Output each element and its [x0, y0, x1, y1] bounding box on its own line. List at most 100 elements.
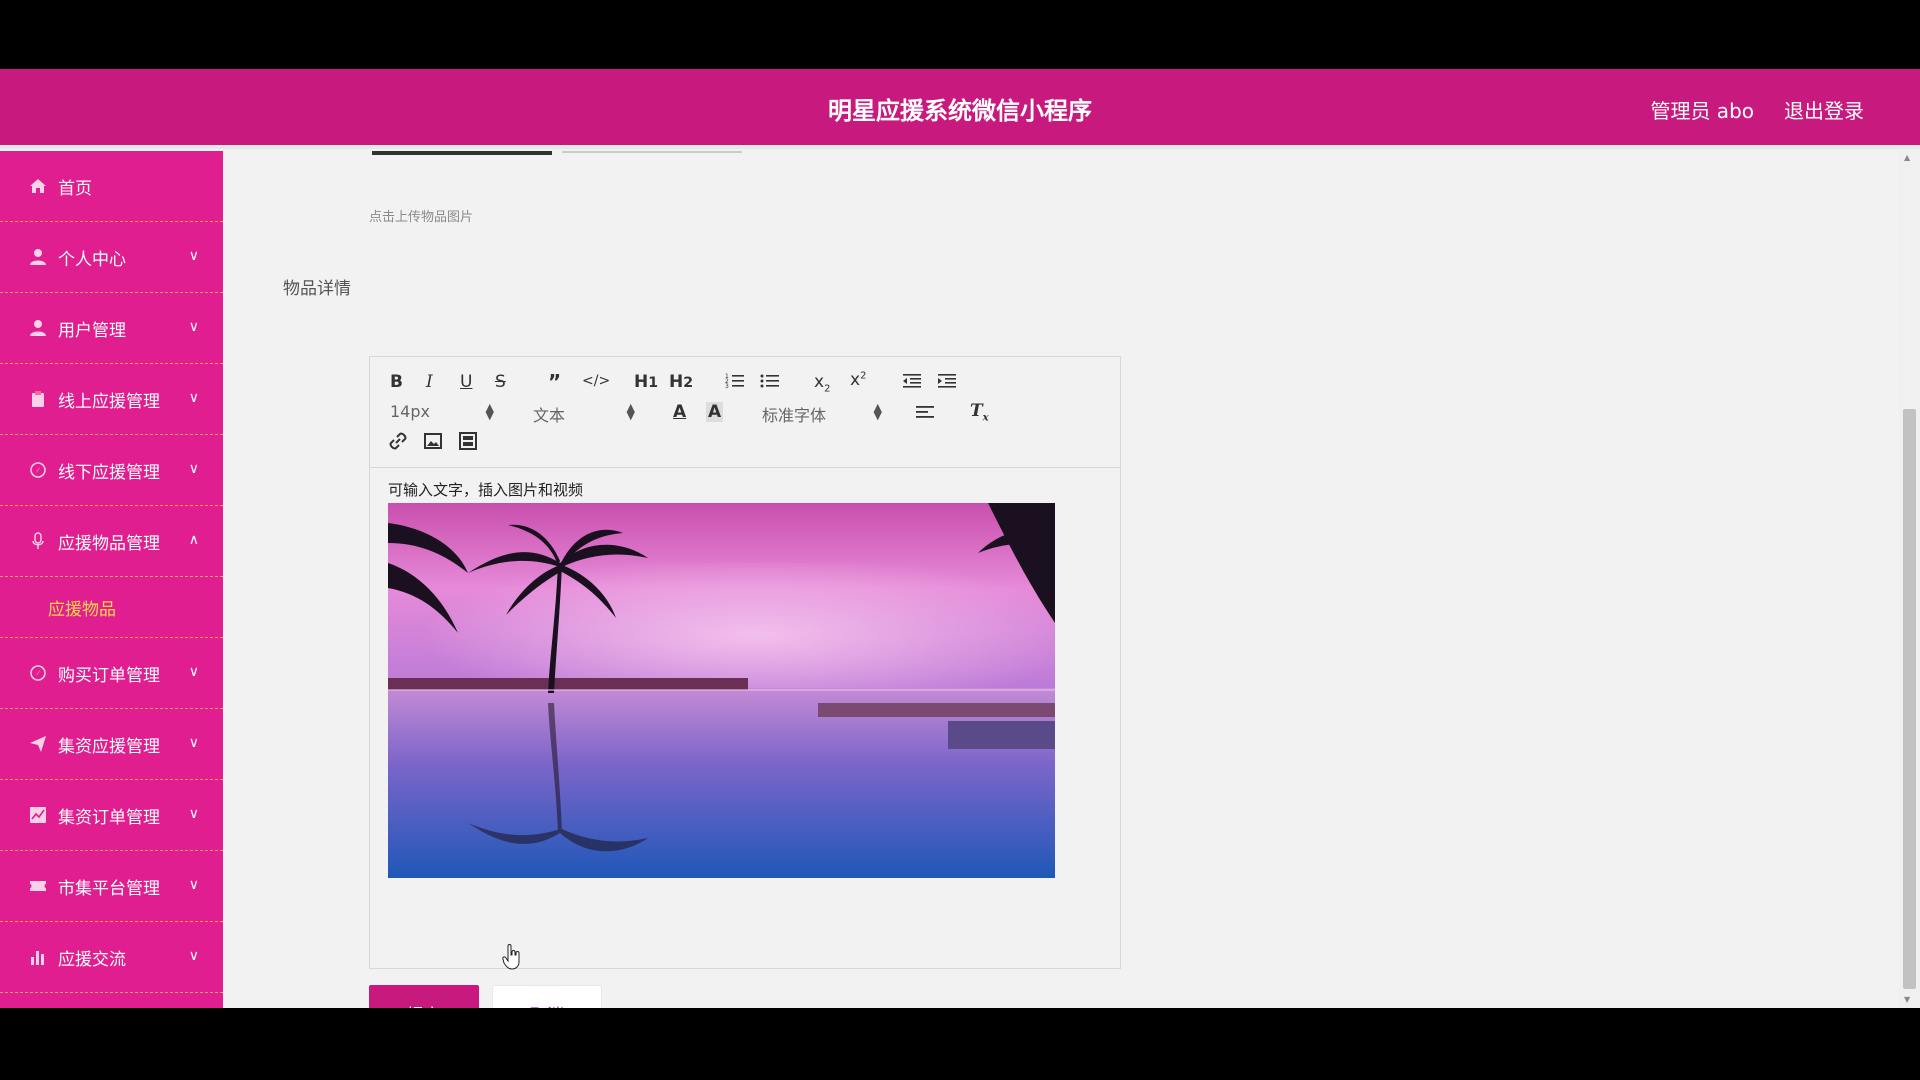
home-icon	[28, 176, 48, 196]
page-scrollbar[interactable]: ▲ ▼	[1899, 149, 1920, 1008]
sidebar-item-label: 用户管理	[58, 320, 126, 341]
admin-user-label[interactable]: 管理员 abo	[1650, 95, 1754, 124]
sidebar-item-offline-support[interactable]: 线下应援管理 ∨	[0, 435, 223, 506]
chevron-up-icon: ∧	[188, 532, 199, 548]
strikethrough-icon[interactable]: S	[495, 372, 506, 392]
chevron-down-icon: ∨	[188, 319, 199, 335]
app-title: 明星应援系统微信小程序	[828, 97, 1092, 125]
sidebar-item-label: 集资订单管理	[58, 807, 160, 828]
user-icon	[28, 247, 48, 267]
video-icon[interactable]	[458, 431, 478, 456]
sidebar-item-online-support[interactable]: 线上应援管理 ∨	[0, 364, 223, 435]
chevron-down-icon: ∨	[188, 806, 199, 822]
editor-toolbar: B I U S ” </> H1 H2 123 x2 x2 14px ▲ ▼ 文…	[370, 357, 1120, 468]
sidebar-item-purchase-orders[interactable]: 购买订单管理 ∨	[0, 638, 223, 709]
scrollbar-thumb[interactable]	[1903, 409, 1916, 989]
sidebar-item-label: 市集平台管理	[58, 878, 160, 899]
detail-field-label: 物品详情	[283, 279, 351, 299]
chevron-down-icon: ∨	[188, 461, 199, 477]
ordered-list-icon[interactable]: 123	[725, 372, 745, 395]
sidebar-item-personal-center[interactable]: 个人中心 ∨	[0, 222, 223, 293]
sidebar-item-label: 个人中心	[58, 249, 126, 270]
hand-cursor-icon	[502, 944, 520, 970]
font-family-select[interactable]: 标准字体 ▲ ▼	[762, 402, 882, 426]
submit-button[interactable]: 提交	[369, 985, 479, 1008]
sidebar-subitem-support-goods[interactable]: 应援物品	[0, 577, 223, 638]
upload-hint[interactable]: 点击上传物品图片	[369, 206, 473, 225]
app-window: 明星应援系统微信小程序 管理员 abo 退出登录 首页 个人中心 ∨ 用户管理 …	[0, 69, 1920, 1008]
italic-icon[interactable]: I	[426, 372, 433, 392]
font-family-value: 标准字体	[762, 406, 827, 425]
sidebar-item-label: 线上应援管理	[58, 391, 160, 412]
sidebar-item-label: 线下应援管理	[58, 462, 160, 483]
sidebar-item-support-exchange[interactable]: 应援交流 ∨	[0, 922, 223, 993]
superscript-icon[interactable]: x2	[850, 370, 866, 390]
background-color-icon[interactable]: A	[706, 402, 724, 422]
sidebar-item-user-management[interactable]: 用户管理 ∨	[0, 293, 223, 364]
clipboard-icon	[28, 389, 48, 409]
chevron-down-icon: ∨	[188, 735, 199, 751]
blockquote-icon[interactable]: ”	[548, 370, 561, 394]
editor-content-area[interactable]: 可输入文字，插入图片和视频	[388, 479, 1108, 878]
font-color-icon[interactable]: A	[673, 402, 686, 422]
sidebar-menu: 首页 个人中心 ∨ 用户管理 ∨ 线上应援管理 ∨ 线下应援管理 ∨ 应援物品管…	[0, 151, 223, 1008]
sidebar-item-label: 应援交流	[58, 949, 126, 970]
sidebar-item-label: 应援物品管理	[58, 533, 160, 554]
chart-icon	[28, 805, 48, 825]
heading2-icon[interactable]: H2	[669, 372, 693, 392]
logout-link[interactable]: 退出登录	[1784, 95, 1864, 124]
ticket-icon	[28, 876, 48, 896]
scroll-up-icon[interactable]: ▲	[1904, 153, 1910, 162]
bold-icon[interactable]: B	[390, 372, 403, 392]
cancel-button[interactable]: 取消	[492, 985, 602, 1008]
clear-format-icon[interactable]: Tx	[970, 401, 989, 423]
sidebar-item-fundraising-orders[interactable]: 集资订单管理 ∨	[0, 780, 223, 851]
editor-content-text: 可输入文字，插入图片和视频	[388, 481, 584, 499]
main-content: 点击上传物品图片 物品详情 B I U S ” </> H1 H2 123 x2…	[252, 151, 1868, 1008]
image-thumbnail-border	[562, 151, 742, 153]
font-size-select[interactable]: 14px ▲ ▼	[390, 402, 494, 421]
font-size-value: 14px	[390, 402, 430, 421]
chevron-down-icon: ∨	[188, 877, 199, 893]
bullet-list-icon[interactable]	[760, 372, 780, 395]
scroll-down-icon[interactable]: ▼	[1904, 995, 1910, 1004]
chevron-down-icon: ∨	[188, 248, 199, 264]
svg-text:3: 3	[725, 383, 729, 390]
sidebar-item-home[interactable]: 首页	[0, 151, 223, 222]
subscript-icon[interactable]: x2	[814, 372, 830, 394]
outdent-icon[interactable]	[902, 372, 922, 395]
user-icon	[28, 318, 48, 338]
sidebar-item-support-goods[interactable]: 应援物品管理 ∧	[0, 506, 223, 577]
bar-chart-icon	[28, 947, 48, 967]
top-header: 明星应援系统微信小程序 管理员 abo 退出登录	[0, 69, 1920, 145]
select-arrows-icon: ▲ ▼	[626, 401, 635, 422]
sunset-pool-image[interactable]	[388, 503, 1055, 878]
paper-plane-icon	[28, 734, 48, 754]
link-icon[interactable]	[388, 431, 408, 456]
header-style-select[interactable]: 文本 ▲ ▼	[533, 402, 635, 426]
chevron-down-icon: ∨	[188, 664, 199, 680]
sidebar-item-market-platform[interactable]: 市集平台管理 ∨	[0, 851, 223, 922]
align-icon[interactable]	[915, 403, 935, 426]
header-actions: 管理员 abo 退出登录	[1650, 95, 1864, 124]
heading1-icon[interactable]: H1	[634, 372, 658, 392]
image-icon[interactable]	[423, 431, 443, 456]
indent-icon[interactable]	[937, 372, 957, 395]
select-arrows-icon: ▲ ▼	[873, 401, 882, 422]
chevron-down-icon: ∨	[188, 390, 199, 406]
underline-icon[interactable]: U	[460, 372, 472, 392]
sidebar-item-label: 购买订单管理	[58, 665, 160, 686]
sidebar-item-fundraising[interactable]: 集资应援管理 ∨	[0, 709, 223, 780]
header-divider	[0, 145, 1920, 149]
uploaded-image-thumbnail[interactable]	[372, 151, 552, 155]
select-arrows-icon: ▲ ▼	[485, 401, 494, 422]
rich-text-editor: B I U S ” </> H1 H2 123 x2 x2 14px ▲ ▼ 文…	[369, 356, 1121, 969]
sidebar-item-label: 集资应援管理	[58, 736, 160, 757]
header-style-value: 文本	[533, 406, 566, 425]
microphone-icon	[28, 531, 48, 551]
compass-icon	[28, 663, 48, 683]
sidebar-item-label: 首页	[58, 178, 92, 199]
compass-icon	[28, 460, 48, 480]
code-icon[interactable]: </>	[582, 373, 610, 389]
chevron-down-icon: ∨	[188, 948, 199, 964]
